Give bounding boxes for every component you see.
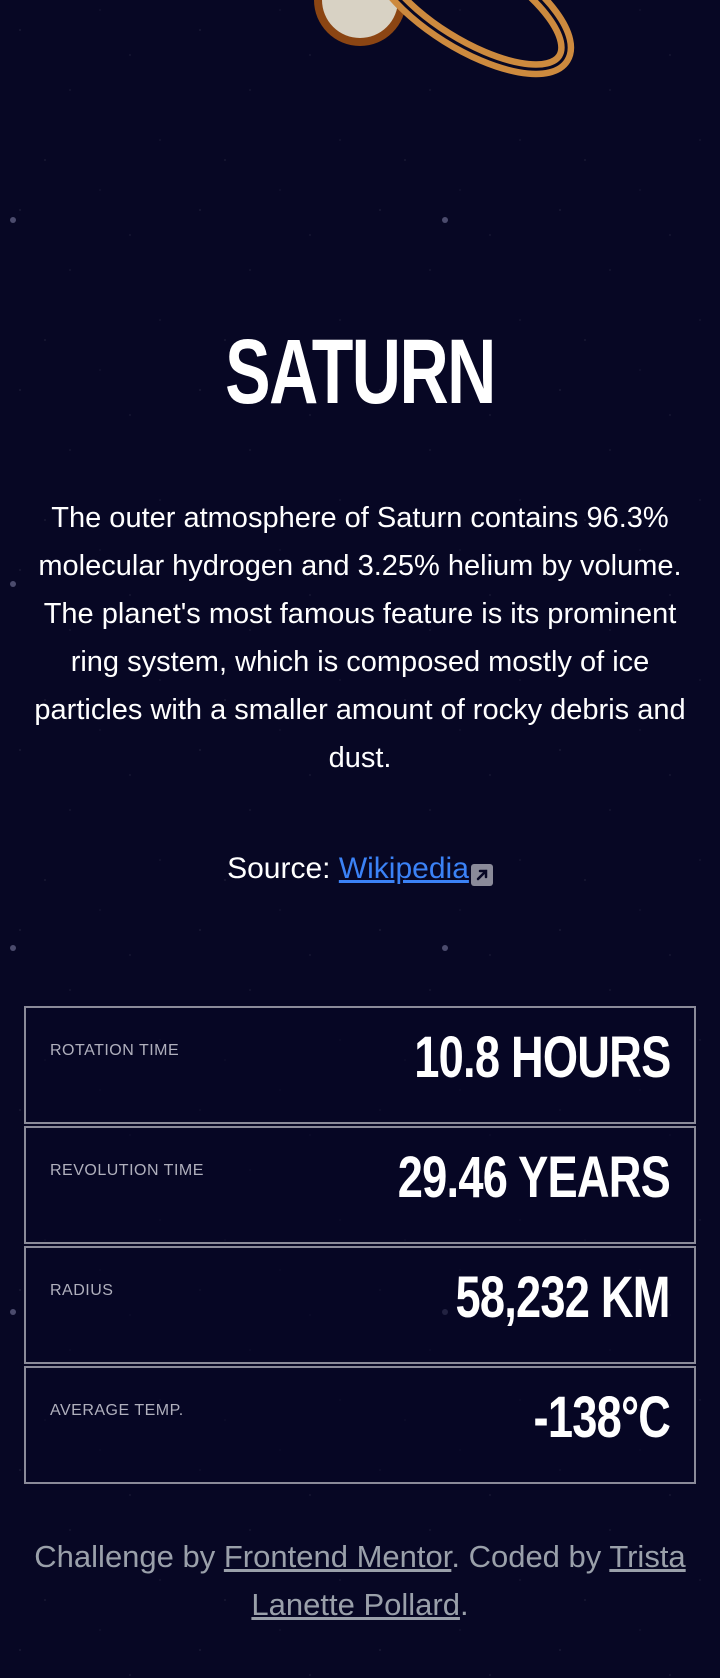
star-dot <box>442 217 448 223</box>
fact-average-temp: AVERAGE TEMP. -138°C <box>24 1366 696 1484</box>
star-dot <box>10 945 16 951</box>
star-dot <box>442 945 448 951</box>
planet-title: SATURN <box>225 321 496 423</box>
footer-suffix: . <box>459 1587 469 1622</box>
fact-label: AVERAGE TEMP. <box>50 1402 184 1419</box>
footer-middle: . Coded by <box>451 1539 610 1574</box>
fact-label: REVOLUTION TIME <box>50 1162 204 1179</box>
star-dot <box>10 1309 16 1315</box>
attribution-footer: Challenge by Frontend Mentor. Coded by T… <box>10 1533 710 1629</box>
source-line: Source: Wikipedia <box>0 849 720 889</box>
star-dot <box>10 217 16 223</box>
fact-label: ROTATION TIME <box>50 1042 180 1059</box>
wikipedia-link[interactable]: Wikipedia <box>339 852 469 885</box>
source-label: Source: <box>227 852 339 885</box>
frontend-mentor-link[interactable]: Frontend Mentor <box>224 1539 451 1574</box>
fact-label: RADIUS <box>50 1282 114 1299</box>
planet-facts: ROTATION TIME 10.8 HOURS REVOLUTION TIME… <box>24 1006 696 1486</box>
planet-description: The outer atmosphere of Saturn contains … <box>34 502 686 774</box>
saturn-illustration <box>314 0 575 78</box>
external-link-icon[interactable] <box>470 857 493 887</box>
fact-value: 29.46 YEARS <box>397 1145 671 1210</box>
footer-prefix: Challenge by <box>34 1539 224 1574</box>
fact-rotation-time: ROTATION TIME 10.8 HOURS <box>24 1006 696 1124</box>
fact-value: -138°C <box>533 1385 670 1450</box>
fact-value: 10.8 HOURS <box>413 1025 671 1090</box>
star-dot <box>10 581 16 587</box>
fact-radius: RADIUS 58,232 KM <box>24 1246 696 1364</box>
fact-revolution-time: REVOLUTION TIME 29.46 YEARS <box>24 1126 696 1244</box>
fact-value: 58,232 KM <box>455 1265 671 1330</box>
